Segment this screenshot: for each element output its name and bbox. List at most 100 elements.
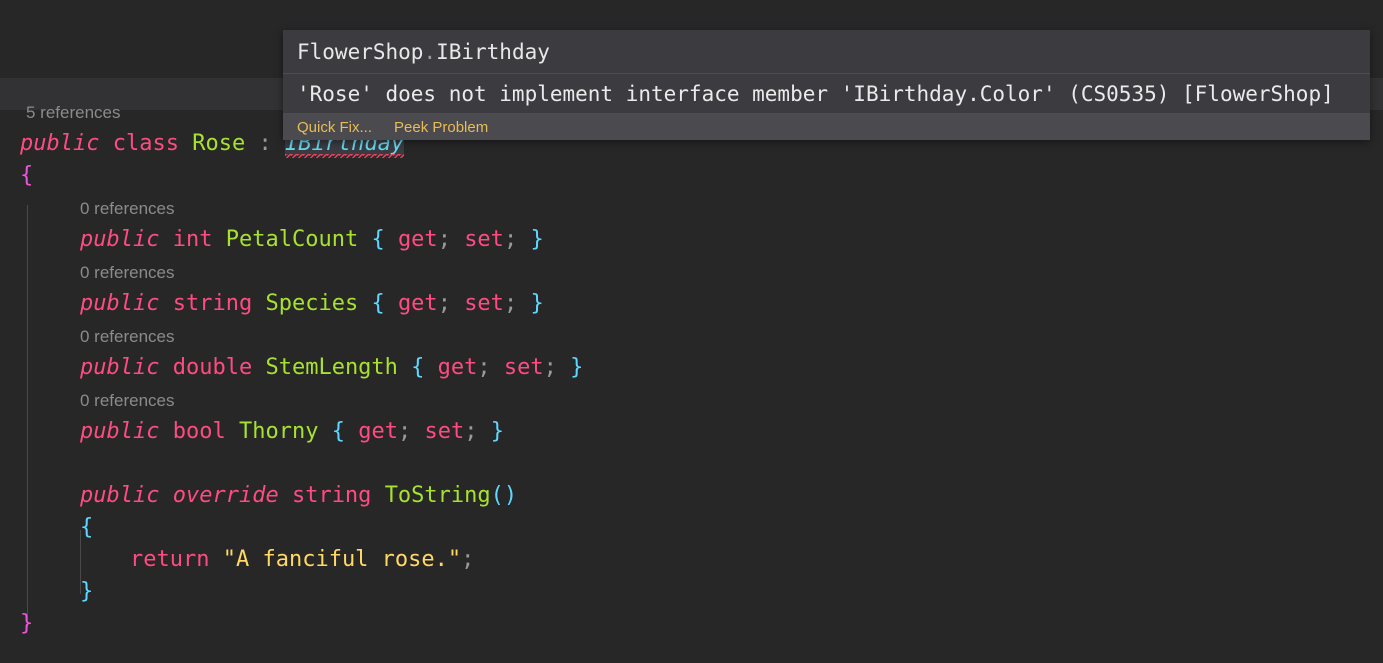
token-type-double: double	[172, 355, 253, 380]
token-property-name: PetalCount	[225, 227, 359, 252]
token-accessor-open-brace: {	[371, 227, 385, 252]
token-method-name: ToString	[384, 483, 491, 508]
token-class-keyword: class	[112, 131, 179, 156]
line-return-statement[interactable]: return "A fanciful rose.";	[0, 544, 1383, 576]
token-class-close-brace: }	[20, 611, 34, 636]
codelens-stemlength-references[interactable]: 0 references	[0, 320, 1383, 352]
token-public: public	[80, 419, 160, 444]
token-accessor-open-brace: {	[411, 355, 425, 380]
token-property-name: Thorny	[238, 419, 319, 444]
codelens-stemlength-references-label: 0 references	[80, 327, 175, 346]
codelens-species-references-label: 0 references	[80, 263, 175, 282]
token-semicolon: ;	[397, 419, 412, 444]
token-accessor-close-brace: }	[490, 419, 504, 444]
token-method-close-brace: }	[80, 579, 94, 604]
token-get: get	[358, 419, 398, 444]
codelens-thorny-references-label: 0 references	[80, 391, 175, 410]
token-get: get	[437, 355, 478, 380]
hover-widget-header: FlowerShop.IBirthday	[283, 30, 1370, 74]
token-class-name: Rose	[192, 131, 246, 156]
hover-problem-widget[interactable]: FlowerShop.IBirthday 'Rose' does not imp…	[283, 30, 1370, 140]
line-property-thorny[interactable]: public bool Thorny { get; set; }	[0, 416, 1383, 448]
token-override: override	[172, 483, 279, 508]
token-class-open-brace: {	[20, 163, 34, 188]
codelens-petalcount-references[interactable]: 0 references	[0, 192, 1383, 224]
token-set: set	[503, 355, 544, 380]
line-property-petalcount[interactable]: public int PetalCount { get; set; }	[0, 224, 1383, 256]
token-type-string: string	[172, 291, 253, 316]
hover-header-type: IBirthday	[436, 40, 550, 64]
token-semicolon: ;	[477, 355, 491, 380]
codelens-petalcount-references-label: 0 references	[80, 199, 175, 218]
codelens-thorny-references[interactable]: 0 references	[0, 384, 1383, 416]
token-get: get	[397, 291, 438, 316]
token-semicolon: ;	[437, 227, 451, 252]
line-class-close-brace: }	[0, 608, 1383, 640]
token-public: public	[80, 355, 160, 380]
token-accessor-close-brace: }	[530, 291, 544, 316]
hover-widget-actions: Quick Fix... Peek Problem	[283, 114, 1370, 140]
line-method-close-brace: }	[0, 576, 1383, 608]
token-semicolon: ;	[503, 291, 518, 316]
line-method-tostring-signature[interactable]: public override string ToString()	[0, 480, 1383, 512]
token-semicolon: ;	[543, 355, 557, 380]
line-property-stemlength[interactable]: public double StemLength { get; set; }	[0, 352, 1383, 384]
token-public: public	[80, 483, 160, 508]
hover-header-namespace: FlowerShop	[297, 40, 424, 64]
codelens-class-references-label: 5 references	[26, 103, 121, 122]
token-return-keyword: return	[130, 547, 210, 572]
line-class-open-brace: {	[0, 160, 1383, 192]
token-accessor-open-brace: {	[331, 419, 345, 444]
token-semicolon: ;	[461, 547, 475, 572]
peek-problem-link[interactable]: Peek Problem	[394, 119, 488, 136]
token-type-int: int	[172, 227, 213, 252]
hover-widget-message: 'Rose' does not implement interface memb…	[283, 74, 1370, 114]
token-base-colon: :	[258, 131, 272, 156]
token-method-open-brace: {	[80, 515, 94, 540]
line-property-species[interactable]: public string Species { get; set; }	[0, 288, 1383, 320]
quick-fix-link[interactable]: Quick Fix...	[297, 119, 372, 136]
token-return-type-string: string	[291, 483, 372, 508]
codelens-species-references[interactable]: 0 references	[0, 256, 1383, 288]
token-accessor-close-brace: }	[530, 227, 544, 252]
token-string-literal: "A fanciful rose."	[222, 547, 462, 572]
token-semicolon: ;	[437, 291, 451, 316]
token-public: public	[80, 227, 160, 252]
token-semicolon: ;	[464, 419, 478, 444]
code-editor[interactable]: 5 references public class Rose : IBirthd…	[0, 0, 1383, 663]
token-property-name: StemLength	[265, 355, 398, 380]
token-semicolon: ;	[503, 227, 518, 252]
line-method-open-brace: {	[0, 512, 1383, 544]
token-type-bool: bool	[172, 419, 226, 444]
token-accessor-open-brace: {	[371, 291, 385, 316]
